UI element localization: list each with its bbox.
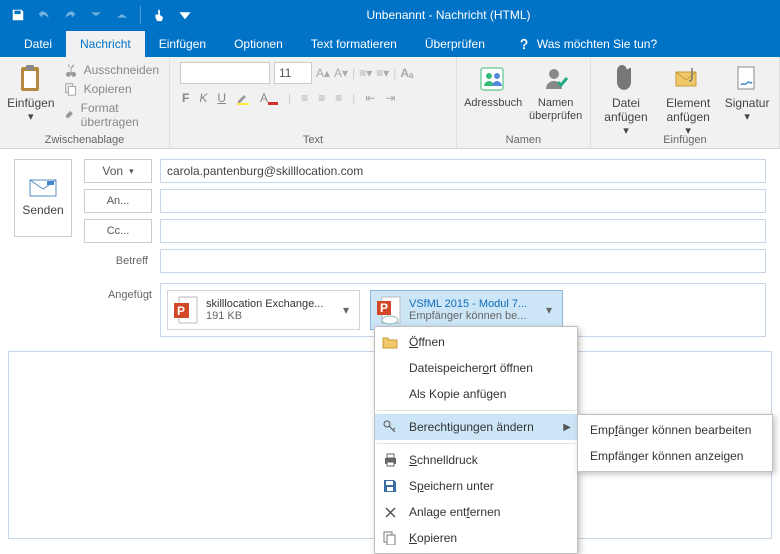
align-center-icon[interactable]: ≡: [318, 91, 325, 105]
align-right-icon[interactable]: ≡: [335, 91, 342, 105]
perm-can-view[interactable]: Empfänger können anzeigen: [578, 443, 772, 469]
ctx-attach-as-copy[interactable]: Als Kopie anfügen: [375, 381, 577, 407]
send-button[interactable]: Senden: [14, 159, 72, 237]
group-text-label: Text: [170, 134, 456, 146]
perm-can-edit[interactable]: Empfänger können bearbeiten: [578, 417, 772, 443]
key-icon: [381, 418, 399, 436]
align-left-icon[interactable]: ≡: [301, 91, 308, 105]
group-clipboard-label: Zwischenablage: [0, 134, 169, 146]
ctx-quick-print[interactable]: Schnelldruck: [375, 447, 577, 473]
ctx-open-location[interactable]: Dateispeicherort öffnen: [375, 355, 577, 381]
copy-button[interactable]: Kopieren: [58, 80, 165, 98]
tab-file[interactable]: Datei: [10, 31, 66, 57]
font-caps-icon[interactable]: Aₐ: [400, 66, 413, 80]
group-names-label: Namen: [457, 134, 590, 146]
numbering-icon[interactable]: ≡▾: [376, 66, 389, 80]
ctx-change-permissions[interactable]: Berechtigungen ändern ▶: [375, 414, 577, 440]
cut-button[interactable]: Ausschneiden: [58, 61, 165, 79]
attachment-context-menu: Öffnen Dateispeicherort öffnen Als Kopie…: [374, 326, 578, 554]
group-attach-label: Einfügen: [591, 134, 779, 146]
tell-me[interactable]: Was möchten Sie tun?: [505, 31, 669, 57]
subject-label: Betreff: [84, 249, 152, 273]
grow-font-icon[interactable]: A▴: [316, 66, 330, 80]
attach-item-button[interactable]: Element anfügen ▾: [657, 59, 719, 142]
copy-icon: [381, 529, 399, 547]
permissions-submenu: Empfänger können bearbeiten Empfänger kö…: [577, 414, 773, 472]
shrink-font-icon[interactable]: A▾: [334, 66, 348, 80]
chevron-down-icon[interactable]: ▾: [343, 303, 355, 317]
italic-button[interactable]: K: [199, 91, 207, 105]
ctx-save-as[interactable]: Speichern unter: [375, 473, 577, 499]
save-icon: [381, 477, 399, 495]
svg-text:P: P: [177, 304, 185, 318]
qat-save[interactable]: [6, 3, 30, 27]
qat-redo[interactable]: [58, 3, 82, 27]
tab-format[interactable]: Text formatieren: [297, 31, 411, 57]
format-painter-button[interactable]: Format übertragen: [58, 99, 165, 131]
qat-undo[interactable]: [32, 3, 56, 27]
underline-button[interactable]: U: [217, 91, 226, 105]
cc-button[interactable]: Cc...: [84, 219, 152, 243]
highlight-icon[interactable]: [236, 91, 250, 105]
to-button[interactable]: An...: [84, 189, 152, 213]
paste-button[interactable]: Einfügen▾: [4, 59, 58, 128]
indent-left-icon[interactable]: ⇤: [365, 91, 375, 105]
tab-options[interactable]: Optionen: [220, 31, 297, 57]
qat-touch[interactable]: [147, 3, 171, 27]
powerpoint-icon: P: [172, 295, 200, 325]
ctx-remove-attachment[interactable]: Anlage entfernen: [375, 499, 577, 525]
attached-label: Angefügt: [84, 283, 152, 301]
qat-prev[interactable]: [84, 3, 108, 27]
indent-right-icon[interactable]: ⇥: [385, 91, 395, 105]
window-title: Unbenannt - Nachricht (HTML): [197, 8, 700, 22]
printer-icon: [381, 451, 399, 469]
chevron-down-icon[interactable]: ▾: [546, 303, 558, 317]
to-field[interactable]: [160, 189, 766, 213]
tab-message[interactable]: Nachricht: [66, 31, 145, 57]
cc-field[interactable]: [160, 219, 766, 243]
powerpoint-cloud-icon: P: [375, 295, 403, 325]
qat-next[interactable]: [110, 3, 134, 27]
remove-icon: [381, 503, 399, 521]
subject-field[interactable]: [160, 249, 766, 273]
address-book-button[interactable]: Adressbuch: [461, 59, 526, 114]
attachment-item[interactable]: P VSfML 2015 - Modul 7... Empfänger könn…: [370, 290, 563, 330]
font-family-combo[interactable]: [180, 62, 270, 84]
attach-file-button[interactable]: Datei anfügen ▾: [595, 59, 657, 142]
from-value: carola.pantenburg@skilllocation.com: [160, 159, 766, 183]
folder-open-icon: [381, 333, 399, 351]
bold-button[interactable]: F: [182, 91, 189, 105]
bullets-icon[interactable]: ≡▾: [359, 66, 372, 80]
font-color-icon[interactable]: A: [260, 91, 278, 105]
ctx-open[interactable]: Öffnen: [375, 329, 577, 355]
font-size-combo[interactable]: 11: [274, 62, 312, 84]
submenu-arrow-icon: ▶: [563, 422, 571, 433]
check-names-button[interactable]: Namen überprüfen: [525, 59, 585, 127]
ctx-copy[interactable]: Kopieren: [375, 525, 577, 551]
attachment-item[interactable]: P skilllocation Exchange... 191 KB ▾: [167, 290, 360, 330]
from-button[interactable]: Von▾: [84, 159, 152, 183]
qat-customize[interactable]: [173, 3, 197, 27]
tab-review[interactable]: Überprüfen: [411, 31, 499, 57]
svg-text:P: P: [380, 301, 388, 315]
signature-button[interactable]: Signatur▾: [719, 59, 775, 128]
tab-insert[interactable]: Einfügen: [145, 31, 220, 57]
